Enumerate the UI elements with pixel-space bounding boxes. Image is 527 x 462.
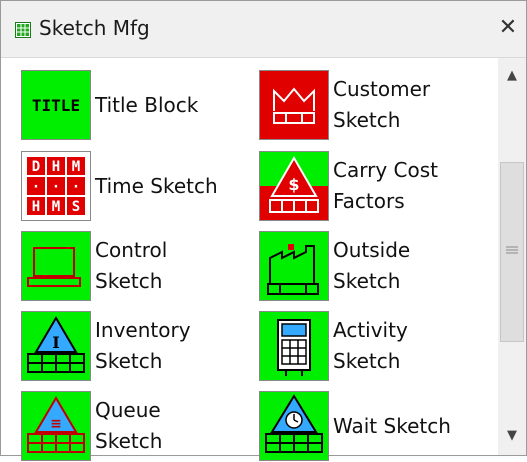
palette-item-label: Outside Sketch (333, 238, 411, 293)
grid-icon (15, 22, 31, 38)
time-grid-letter: S (72, 199, 80, 215)
palette-item-wait-sketch[interactable]: Wait Sketch (259, 390, 451, 462)
svg-text:$: $ (288, 175, 299, 194)
scroll-up-button[interactable]: ▲ (498, 62, 526, 90)
scroll-thumb[interactable] (500, 162, 524, 342)
title-block-icon: TITLE (21, 70, 91, 140)
factory-icon (259, 231, 329, 301)
palette-item-label: Activity Sketch (333, 318, 408, 373)
window-title: Sketch Mfg (39, 16, 150, 40)
calculator-icon (259, 311, 329, 381)
svg-text:≡: ≡ (50, 416, 62, 432)
time-grid-letter: · (72, 179, 80, 195)
time-grid-letter: M (52, 199, 60, 215)
time-grid-letter: M (72, 159, 80, 175)
palette-item-label: Inventory Sketch (95, 318, 191, 373)
palette-item-label: Time Sketch (95, 173, 218, 198)
grip-icon (506, 246, 518, 254)
control-monitor-icon (21, 231, 91, 301)
palette-item-label: Title Block (95, 92, 199, 117)
palette-item-control-sketch[interactable]: Control Sketch (21, 230, 167, 302)
time-grid-letter: · (32, 179, 40, 195)
queue-triangle-icon: ≡ (21, 391, 91, 461)
sketch-palette: TITLE Title Block Customer Sketch D H M … (1, 58, 498, 461)
carry-cost-icon: $ (259, 151, 329, 221)
palette-item-carry-cost-factors[interactable]: $ Carry Cost Factors (259, 150, 438, 222)
svg-text:I: I (52, 333, 59, 352)
palette-item-outside-sketch[interactable]: Outside Sketch (259, 230, 410, 302)
sketch-mfg-window: Sketch Mfg ✕ TITLE Title Block Customer … (0, 0, 527, 461)
close-button[interactable]: ✕ (493, 13, 523, 43)
time-grid-icon: D H M · · · H M S (21, 151, 91, 221)
palette-item-label: Customer Sketch (333, 77, 431, 132)
palette-item-label: Queue Sketch (95, 398, 163, 453)
palette-item-customer-sketch[interactable]: Customer Sketch (259, 69, 430, 141)
palette-item-activity-sketch[interactable]: Activity Sketch (259, 310, 408, 382)
wait-clock-icon (259, 391, 329, 461)
vertical-scrollbar[interactable]: ▲ ▼ (498, 58, 526, 455)
inventory-triangle-icon: I (21, 311, 91, 381)
palette-item-queue-sketch[interactable]: ≡ Queue Sketch (21, 390, 162, 462)
title-bar: Sketch Mfg ✕ (1, 1, 526, 58)
palette-item-label: Carry Cost Factors (333, 158, 438, 213)
palette-item-inventory-sketch[interactable]: I Inventory Sketch (21, 310, 191, 382)
scroll-down-button[interactable]: ▼ (498, 422, 526, 450)
palette-item-label: Wait Sketch (333, 413, 451, 438)
palette-item-time-sketch[interactable]: D H M · · · H M S Time Sketch (21, 150, 218, 222)
time-grid-letter: · (52, 179, 60, 195)
palette-item-label: Control Sketch (95, 238, 168, 293)
time-grid-letter: H (32, 199, 40, 215)
svg-text:TITLE: TITLE (32, 96, 80, 115)
time-grid-letter: D (32, 159, 40, 175)
palette-item-title-block[interactable]: TITLE Title Block (21, 69, 198, 141)
customer-crown-icon (259, 70, 329, 140)
time-grid-letter: H (52, 159, 60, 175)
